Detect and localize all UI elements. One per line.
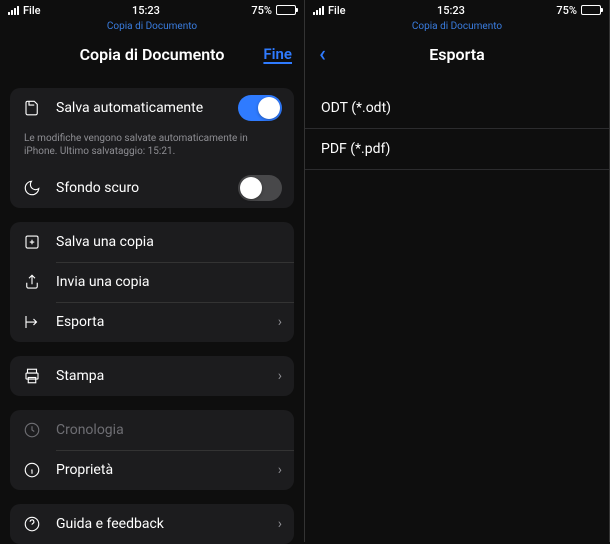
autosave-toggle[interactable] bbox=[238, 95, 282, 121]
moon-icon bbox=[22, 178, 42, 198]
chevron-right-icon: › bbox=[278, 314, 282, 330]
save-icon bbox=[22, 98, 42, 118]
battery-icon bbox=[581, 5, 601, 15]
navbar: ‹ Esporta bbox=[305, 32, 609, 76]
send-copy-row[interactable]: Invia una copia bbox=[10, 262, 294, 302]
print-label: Stampa bbox=[56, 368, 264, 384]
dark-bg-toggle[interactable] bbox=[238, 175, 282, 201]
save-copy-row[interactable]: Salva una copia bbox=[10, 222, 294, 262]
export-label: Esporta bbox=[56, 314, 264, 330]
battery-pct: 75% bbox=[251, 4, 272, 17]
help-label: Guida e feedback bbox=[56, 516, 264, 532]
autosave-group: Salva automaticamente Le modifiche vengo… bbox=[10, 88, 294, 208]
export-icon bbox=[22, 312, 42, 332]
chevron-right-icon: › bbox=[278, 368, 282, 384]
meta-group: Cronologia Proprietà › bbox=[10, 410, 294, 490]
properties-label: Proprietà bbox=[56, 462, 264, 478]
save-copy-label: Salva una copia bbox=[56, 234, 282, 250]
dark-bg-row[interactable]: Sfondo scuro bbox=[10, 168, 294, 208]
print-group: Stampa › bbox=[10, 356, 294, 396]
history-row: Cronologia bbox=[10, 410, 294, 450]
help-row[interactable]: Guida e feedback › bbox=[10, 504, 294, 544]
history-icon bbox=[22, 420, 42, 440]
signal-icon bbox=[8, 6, 19, 15]
format-odt[interactable]: ODT (*.odt) bbox=[305, 88, 609, 129]
properties-row[interactable]: Proprietà › bbox=[10, 450, 294, 490]
print-row[interactable]: Stampa › bbox=[10, 356, 294, 396]
back-button[interactable]: ‹ bbox=[317, 42, 326, 67]
settings-pane: File 15:23 75% Copia di Documento Copia … bbox=[0, 0, 305, 542]
battery-pct: 75% bbox=[556, 4, 577, 17]
status-bar: File 15:23 75% bbox=[305, 3, 609, 17]
autosave-hint: Le modifiche vengono salvate automaticam… bbox=[10, 128, 294, 168]
info-icon bbox=[22, 460, 42, 480]
chevron-right-icon: › bbox=[278, 516, 282, 532]
page-title: Esporta bbox=[305, 45, 609, 64]
status-bar: File 15:23 75% bbox=[0, 3, 304, 17]
send-copy-label: Invia una copia bbox=[56, 274, 282, 290]
dark-bg-label: Sfondo scuro bbox=[56, 180, 224, 196]
carrier-label: File bbox=[23, 4, 41, 17]
share-icon bbox=[22, 272, 42, 292]
signal-icon bbox=[313, 6, 324, 15]
carrier-label: File bbox=[328, 4, 346, 17]
help-icon bbox=[22, 514, 42, 534]
navbar: Copia di Documento Fine bbox=[0, 32, 304, 76]
help-group: Guida e feedback › bbox=[10, 504, 294, 544]
breadcrumb: Copia di Documento bbox=[305, 21, 609, 32]
export-pane: File 15:23 75% Copia di Documento ‹ Espo… bbox=[305, 0, 610, 542]
battery-icon bbox=[276, 5, 296, 15]
autosave-row[interactable]: Salva automaticamente bbox=[10, 88, 294, 128]
file-actions-group: Salva una copia Invia una copia Esporta … bbox=[10, 222, 294, 342]
autosave-label: Salva automaticamente bbox=[56, 100, 224, 116]
clock: 15:23 bbox=[437, 4, 465, 17]
chevron-right-icon: › bbox=[278, 462, 282, 478]
print-icon bbox=[22, 366, 42, 386]
plus-square-icon bbox=[22, 232, 42, 252]
done-button[interactable]: Fine bbox=[263, 45, 292, 63]
clock: 15:23 bbox=[132, 4, 160, 17]
history-label: Cronologia bbox=[56, 422, 282, 438]
export-format-list: ODT (*.odt) PDF (*.pdf) bbox=[305, 88, 609, 170]
format-pdf[interactable]: PDF (*.pdf) bbox=[305, 129, 609, 170]
export-row[interactable]: Esporta › bbox=[10, 302, 294, 342]
breadcrumb: Copia di Documento bbox=[0, 21, 304, 32]
page-title: Copia di Documento bbox=[0, 45, 304, 64]
